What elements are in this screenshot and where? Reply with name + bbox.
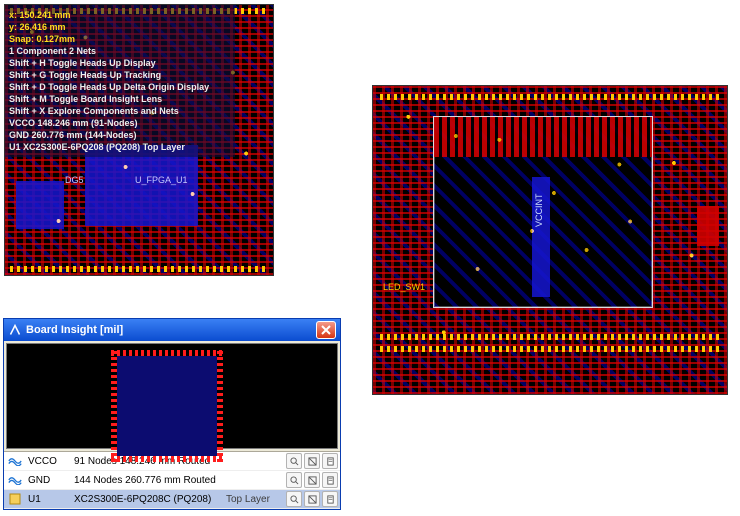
mask-button[interactable]: [304, 453, 320, 469]
close-icon: [321, 325, 331, 335]
hud-net-gnd: GND 260.776 mm (144-Nodes): [9, 129, 229, 141]
datasheet-button[interactable]: [322, 472, 338, 488]
component-row[interactable]: U1 XC2S300E-6PQ208C (PQ208) Top Layer: [4, 490, 340, 509]
item-description: XC2S300E-6PQ208C (PQ208): [74, 494, 222, 505]
component-icon: [6, 493, 24, 505]
hud-hint-4: Shift + M Toggle Board Insight Lens: [9, 93, 229, 105]
preview-component: [117, 356, 217, 456]
heads-up-display: x: 150.241 mm y: 26.416 mm Snap: 0.127mm…: [5, 5, 235, 157]
item-name: GND: [28, 475, 70, 486]
item-name: U1: [28, 494, 70, 505]
hud-y-coord: y: 26.416 mm: [9, 21, 229, 33]
hud-hint-5: Shift + X Explore Components and Nets: [9, 105, 229, 117]
close-button[interactable]: [316, 321, 336, 339]
item-layer: Top Layer: [226, 494, 282, 505]
window-title: Board Insight [mil]: [26, 324, 316, 336]
mask-button[interactable]: [304, 491, 320, 507]
hud-comp-u1: U1 XC2S300E-6PQ208 (PQ208) Top Layer: [9, 141, 229, 153]
titlebar[interactable]: Board Insight [mil]: [4, 319, 340, 341]
hud-snap: Snap: 0.127mm: [9, 33, 229, 45]
datasheet-button[interactable]: [322, 491, 338, 507]
board-insight-window[interactable]: Board Insight [mil] VCCO91 Nodes 148.246…: [3, 318, 341, 510]
datasheet-button[interactable]: [322, 453, 338, 469]
item-name: VCCO: [28, 456, 70, 467]
hud-summary: 1 Component 2 Nets: [9, 45, 229, 57]
zoom-button[interactable]: [286, 472, 302, 488]
hud-hint-2: Shift + G Toggle Heads Up Tracking: [9, 69, 229, 81]
window-icon: [8, 323, 22, 337]
pcb-editor-main-view[interactable]: DG5 U_FPGA_U1 x: 150.241 mm y: 26.416 mm…: [4, 4, 274, 276]
net-icon: [6, 475, 24, 485]
zoom-button[interactable]: [286, 491, 302, 507]
hud-net-vcco: VCCO 148.246 mm (91-Nodes): [9, 117, 229, 129]
insight-preview[interactable]: [6, 343, 338, 449]
net-row[interactable]: GND 144 Nodes 260.776 mm Routed: [4, 471, 340, 490]
mask-button[interactable]: [304, 472, 320, 488]
hud-hint-3: Shift + D Toggle Heads Up Delta Origin D…: [9, 81, 229, 93]
board-insight-lens[interactable]: VCCINT: [433, 116, 653, 308]
net-icon: [6, 456, 24, 466]
hud-x-coord: x: 150.241 mm: [9, 9, 229, 21]
hud-hint-1: Shift + H Toggle Heads Up Display: [9, 57, 229, 69]
component-side[interactable]: [697, 206, 719, 246]
zoom-button[interactable]: [286, 453, 302, 469]
lens-pads: [434, 117, 652, 307]
pcb-editor-lens-view[interactable]: LED_SW1 VCCINT: [372, 85, 728, 395]
item-description: 144 Nodes 260.776 mm Routed: [74, 475, 222, 486]
